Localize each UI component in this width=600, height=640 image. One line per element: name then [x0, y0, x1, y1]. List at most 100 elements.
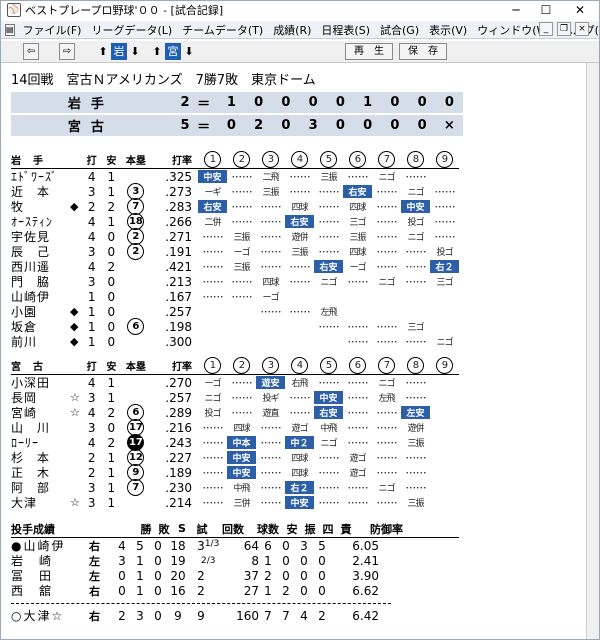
down-arrow-icon[interactable]: ⬇	[183, 43, 195, 60]
hits: 0	[107, 289, 116, 304]
at-bat-results: ･･････ 四球 ･･････ 遊ゴ 中飛 ･･････ ･･････ 遊併	[198, 421, 459, 434]
at-bat-result: 中安	[197, 170, 227, 183]
menu-schedule[interactable]: 日程表(S)	[316, 22, 375, 38]
inning-runs: 0	[417, 118, 427, 133]
inning-header-cell: 4	[285, 357, 314, 374]
next-arrow-icon[interactable]: ⇨	[59, 43, 75, 60]
wins: 2	[118, 608, 126, 623]
hits: 0	[107, 274, 116, 289]
document-icon[interactable]: ▤	[5, 23, 15, 36]
menu-game[interactable]: 試合(G)	[375, 22, 424, 38]
team-a-toggle[interactable]: 岩	[111, 43, 127, 60]
dotted-filler: ･･････	[201, 454, 224, 464]
header-home-runs: 本塁	[125, 156, 146, 167]
team-label: 岩 手	[11, 156, 44, 167]
dotted-filler: ･･････	[259, 308, 282, 318]
pitcher-row[interactable]: 冨 田左 0 1 0 20 2 37 2 0 0 0 3.90	[11, 568, 459, 584]
batting-average: .300	[165, 334, 192, 349]
inning-number-circle: 9	[435, 151, 453, 168]
at-bat-result: ーゴ	[262, 293, 279, 303]
up-arrow-icon[interactable]: ⬆	[151, 43, 163, 60]
batting-row[interactable]: 杉 本 2 1 12.227 ･･････ 中安 ･･････ 四球 ･･････ 遊ゴ ･････…	[11, 449, 459, 466]
dotted-filler: ･･････	[375, 188, 398, 198]
at-bat-result: 投ギ	[262, 394, 279, 404]
batting-row[interactable]: 宇佐見 4 0 2.271 ･･････ 三振 ･･････ 遊併 ･･････ 三振 ･･････…	[11, 228, 459, 245]
batting-row[interactable]: 辰 己 3 0 2.191 ･･････ ーゴ ･･････ 三振 ･･････ 四球 ･･････…	[11, 243, 459, 260]
pitcher-row[interactable]: ○大津☆ 右 2 3 0 9 9 160 7 7 4 2 6.42	[11, 608, 459, 624]
batting-row[interactable]: 山崎伊 1 0.167 ･･････ ･･････ ーゴ	[11, 289, 459, 305]
at-bat-result: 右安	[284, 215, 314, 228]
pitcher-row[interactable]: 西 舘右 0 1 0 16 2 27 1 2 0 0 6.62	[11, 583, 459, 599]
batting-row[interactable]: 宮崎 ☆ 4 2 6.289 投ゴ ･･････ 遊直 ･･････ 右安 ･･････ ･･････…	[11, 404, 459, 421]
batting-average: .167	[165, 289, 192, 304]
earned-runs: 0	[318, 583, 326, 598]
save-button[interactable]: 保 存	[399, 43, 447, 60]
inning-number-circle: 7	[377, 357, 395, 374]
batting-average: .270	[165, 375, 192, 390]
at-bat-result	[430, 391, 459, 404]
batting-average: .227	[165, 450, 192, 465]
at-bat-result	[227, 320, 256, 333]
team-b-toggle[interactable]: 宮	[165, 43, 181, 60]
dotted-filler: ･･････	[201, 248, 224, 258]
batting-row[interactable]: 門 脇 3 0.213 ･･････ ･･････ 四球 ･･････ ニゴ ･･････ ニゴ･…	[11, 274, 459, 290]
batting-average: .230	[165, 480, 192, 495]
dotted-filler: ･･････	[259, 454, 282, 464]
menu-league-data[interactable]: リーグデータ(L)	[86, 22, 177, 38]
batting-row[interactable]: 坂倉 ◆ 1 0 6.198 ･･････ ･･････ ･･････ 三ゴ	[11, 318, 459, 335]
inning-header-cell: 9	[430, 357, 459, 374]
close-button[interactable]: ✕	[565, 1, 595, 19]
at-bat-result: 遊ゴ	[349, 469, 366, 479]
batting-row[interactable]: 小園 ◆ 1 0.257 ･･････ ･･････ 左飛	[11, 304, 459, 320]
child-minimize-icon[interactable]: _	[539, 22, 553, 36]
inning-runs: 0	[390, 118, 400, 133]
batting-row[interactable]: 正 木 2 1 9.189 ･･････ 中安 ･･････ 四球 ･･････ 遊ゴ ･･････…	[11, 464, 459, 481]
down-arrow-icon[interactable]: ⬇	[129, 43, 141, 60]
batting-row[interactable]: 近 本 3 1 3.273 ーギ ･･････ 三振 ･･････ ･･････ 右安 ･･････…	[11, 183, 459, 200]
batting-row[interactable]: 阿 部 3 1 7.230 ･･････ 中飛 ･･････ 右２ ･･････ ･･････ ニゴ…	[11, 479, 459, 496]
menu-records[interactable]: 成績(R)	[268, 22, 316, 38]
batting-row[interactable]: 西川遥 4 2.421 ･･････ 三振 ･･････ ･･････ 右安 ーゴ ･･･････…	[11, 259, 459, 274]
dotted-filler: ･･････	[404, 173, 427, 183]
header-era: 防御率	[370, 522, 403, 536]
menu-file[interactable]: ファイル(F)	[18, 22, 87, 38]
batting-row[interactable]: 長岡 ☆ 3 1.257 ニゴ ･･････ 投ギ ･･････ 中安 ･･････ 左飛 ･････…	[11, 390, 459, 406]
vertical-scrollbar[interactable]	[586, 63, 599, 639]
prev-arrow-icon[interactable]: ⇦	[23, 43, 39, 60]
batting-row[interactable]: 大津 ☆ 3 1.214 ･･････ 三併 ･･････ 中安 ･･････ ･･････ ･･･…	[11, 495, 459, 511]
dotted-filler: ･･････	[375, 469, 398, 479]
dotted-filler: ･･････	[317, 323, 340, 333]
batting-row[interactable]: 前川 ◆ 1 0 .300 ･･････ ･･････ ･･････ ニゴ	[11, 334, 459, 350]
inning-runs: 1	[226, 95, 236, 110]
child-close-icon[interactable]: ×	[575, 22, 589, 36]
era: 6.62	[352, 583, 379, 598]
hits-allowed: 1	[264, 553, 272, 568]
menu-view[interactable]: 表示(V)	[424, 22, 472, 38]
maximize-button[interactable]: ☐	[531, 1, 561, 19]
throwing-hand: 右	[89, 609, 100, 623]
pitcher-row[interactable]: ●山崎伊右 4 5 0 18 3 1/3 64 6 0 3 5 6.05	[11, 538, 459, 554]
menu-team-data[interactable]: チームデータ(T)	[177, 22, 268, 38]
dotted-filler: ･･････	[201, 233, 224, 243]
batting-row[interactable]: ﾛｰﾘｰ 4 2 17.243 ･･････ 中本 ･･････ 中２ ニゴ ･･････ ････…	[11, 434, 459, 451]
batting-average: .216	[165, 420, 192, 435]
hits: 1	[107, 450, 116, 465]
up-arrow-icon[interactable]: ⬆	[97, 43, 109, 60]
innings-pitched: 9	[197, 608, 205, 623]
at-bat-result: 三振	[262, 188, 279, 198]
dotted-filler: ･･････	[346, 323, 369, 333]
at-bat-results: ･･････ ･･････ 左飛	[198, 305, 459, 318]
pitcher-row[interactable]: 岩 崎左 3 1 0 19 2/3 8 1 0 0 0 2.41	[11, 553, 459, 569]
batting-row[interactable]: ｴﾄﾞﾜｰｽﾞ 4 1.325 中安 ･･････ 二飛 ･･････ 三振 ･･････ ニゴ･…	[11, 169, 459, 185]
inning-number-circle: 6	[348, 357, 366, 374]
minimize-button[interactable]: ─	[501, 1, 531, 19]
batting-row[interactable]: 山 川 3 0 17.216 ･･････ 四球 ･･････ 遊ゴ 中飛 ･･････ ･････…	[11, 419, 459, 436]
dotted-filler: ･･････	[404, 394, 427, 404]
walks: 3	[300, 538, 308, 553]
child-restore-icon[interactable]: ❐	[557, 22, 571, 36]
batting-row[interactable]: 牧 ◆ 2 2 7.283 右安 ･･････ ･･････ 四球 ･･････ 四球 ･･････中…	[11, 198, 459, 215]
batting-row[interactable]: 小深田 4 1.270 ーゴ ･･････ 遊安 右飛 ･･････ ･･････ ニゴ ･････…	[11, 375, 459, 391]
pitcher-name: 西 舘	[11, 584, 54, 598]
batting-row[interactable]: ｵｰｽﾃｨﾝ 4 1 18.266 二併 ･･････ ･･････ 右安 ･･････ 三ゴ ･･…	[11, 213, 459, 230]
replay-button[interactable]: 再 生	[345, 43, 393, 60]
